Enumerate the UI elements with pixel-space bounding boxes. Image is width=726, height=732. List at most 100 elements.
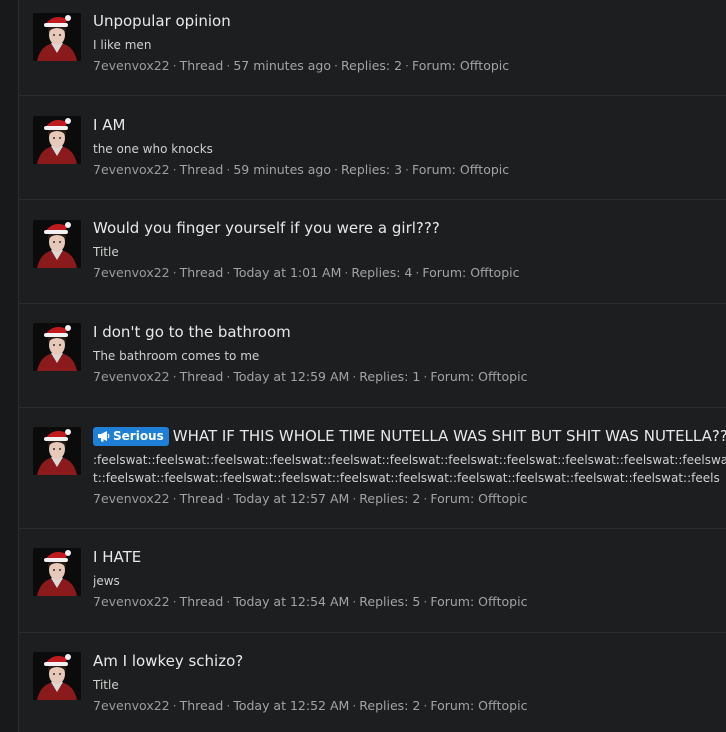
forum-link[interactable]: Offtopic (478, 594, 527, 609)
list-item: Serious WHAT IF THIS WHOLE TIME NUTELLA W… (19, 408, 726, 529)
separator: · (172, 491, 177, 506)
separator: · (226, 594, 231, 609)
separator: · (334, 58, 338, 73)
separator: · (405, 162, 410, 177)
forum-link[interactable]: Offtopic (460, 162, 509, 177)
avatar[interactable] (33, 220, 81, 268)
separator: · (352, 369, 357, 384)
avatar[interactable] (33, 323, 81, 371)
forum-link[interactable]: Offtopic (460, 58, 509, 73)
separator: · (423, 369, 428, 384)
meta-line: 7evenvox22 · Thread · Today at 12:59 AM · Repl… (93, 368, 726, 385)
meta-line: 7evenvox22 · Thread · Today at 1:01 AM · Repli… (93, 264, 726, 281)
reply-count: Replies: 1 (359, 369, 421, 384)
timestamp: Today at 12:59 AM (233, 369, 350, 384)
snippet: the one who knocks (93, 142, 213, 156)
forum-link[interactable]: Offtopic (478, 369, 527, 384)
separator: · (226, 698, 231, 713)
separator: · (352, 491, 357, 506)
separator: · (172, 594, 177, 609)
list-item: Would you finger yourself if you were a … (19, 200, 726, 304)
forum-label: Forum: (430, 369, 475, 384)
thread-title-link[interactable]: I HATE (93, 548, 726, 567)
list-item: I don't go to the bathroom The bathroom … (19, 304, 726, 408)
username-link[interactable]: 7evenvox22 (93, 491, 170, 506)
content-type: Thread (179, 698, 224, 713)
thread-title-link[interactable]: Am I lowkey schizo? (93, 652, 726, 671)
santa-hat-avatar-icon (33, 427, 81, 475)
list-item: Unpopular opinion I like men 7evenvox22 ·… (19, 0, 726, 96)
username-link[interactable]: 7evenvox22 (93, 369, 170, 384)
results-list: Unpopular opinion I like men 7evenvox22 ·… (19, 0, 726, 732)
reply-count: Replies: 2 (359, 698, 421, 713)
separator: · (226, 162, 231, 177)
thread-title-link[interactable]: WHAT IF THIS WHOLE TIME NUTELLA WAS SHIT… (173, 427, 726, 445)
meta-line: 7evenvox22 · Thread · 57 minutes ago · Replies… (93, 57, 726, 74)
separator: · (172, 265, 177, 280)
thread-title-link[interactable]: Unpopular opinion (93, 12, 726, 31)
reply-count: Replies: 2 (341, 58, 403, 73)
forum-link[interactable]: Offtopic (478, 698, 527, 713)
santa-hat-avatar-icon (33, 548, 81, 596)
thread-title-link[interactable]: Would you finger yourself if you were a … (93, 219, 726, 238)
separator: · (172, 369, 177, 384)
timestamp: 57 minutes ago (233, 58, 332, 73)
santa-hat-avatar-icon (33, 220, 81, 268)
separator: · (352, 698, 357, 713)
forum-label: Forum: (430, 491, 475, 506)
reply-count: Replies: 5 (359, 594, 421, 609)
megaphone-icon (98, 431, 110, 442)
username-link[interactable]: 7evenvox22 (93, 265, 170, 280)
forum-label: Forum: (422, 265, 467, 280)
forum-link[interactable]: Offtopic (478, 491, 527, 506)
snippet: Title (93, 678, 119, 692)
list-item: Am I lowkey schizo? Title 7evenvox22 · Thr… (19, 633, 726, 732)
avatar[interactable] (33, 652, 81, 700)
forum-link[interactable]: Offtopic (470, 265, 519, 280)
reply-count: Replies: 3 (341, 162, 403, 177)
forum-label: Forum: (412, 58, 456, 73)
forum-label: Forum: (430, 594, 475, 609)
list-item: I AM the one who knocks 7evenvox22 · Threa… (19, 96, 726, 200)
prefix-label: Serious (113, 429, 164, 443)
username-link[interactable]: 7evenvox22 (93, 698, 170, 713)
snippet: The bathroom comes to me (93, 349, 260, 363)
separator: · (423, 698, 428, 713)
separator: · (226, 58, 231, 73)
timestamp: Today at 1:01 AM (233, 265, 342, 280)
meta-line: 7evenvox22 · Thread · Today at 12:52 AM · Repl… (93, 697, 726, 714)
separator: · (172, 162, 177, 177)
santa-hat-avatar-icon (33, 652, 81, 700)
santa-hat-avatar-icon (33, 13, 81, 61)
username-link[interactable]: 7evenvox22 (93, 594, 170, 609)
separator: · (352, 594, 357, 609)
timestamp: 59 minutes ago (233, 162, 332, 177)
thread-title-link[interactable]: I AM (93, 116, 726, 135)
content-type: Thread (179, 594, 224, 609)
avatar[interactable] (33, 116, 81, 164)
forum-label: Forum: (412, 162, 456, 177)
avatar[interactable] (33, 548, 81, 596)
username-link[interactable]: 7evenvox22 (93, 162, 170, 177)
separator: · (334, 162, 338, 177)
prefix-badge-serious[interactable]: Serious (93, 427, 169, 446)
separator: · (423, 594, 428, 609)
avatar[interactable] (33, 13, 81, 61)
content-type: Thread (179, 58, 224, 73)
meta-line: 7evenvox22 · Thread · Today at 12:54 AM · Repl… (93, 593, 726, 610)
meta-line: 7evenvox22 · Thread · Today at 12:57 AM · Repl… (93, 490, 726, 507)
list-item: I HATE jews 7evenvox22 · Thread · Today at 1… (19, 529, 726, 633)
reply-count: Replies: 2 (359, 491, 421, 506)
santa-hat-avatar-icon (33, 116, 81, 164)
separator: · (344, 265, 349, 280)
reply-count: Replies: 4 (351, 265, 413, 280)
snippet: I like men (93, 38, 152, 52)
avatar[interactable] (33, 427, 81, 475)
content-type: Thread (179, 369, 224, 384)
thread-title-link[interactable]: I don't go to the bathroom (93, 323, 726, 342)
separator: · (226, 265, 231, 280)
search-results-page: Unpopular opinion I like men 7evenvox22 ·… (0, 0, 726, 732)
content-type: Thread (179, 491, 224, 506)
separator: · (405, 58, 410, 73)
username-link[interactable]: 7evenvox22 (93, 58, 170, 73)
